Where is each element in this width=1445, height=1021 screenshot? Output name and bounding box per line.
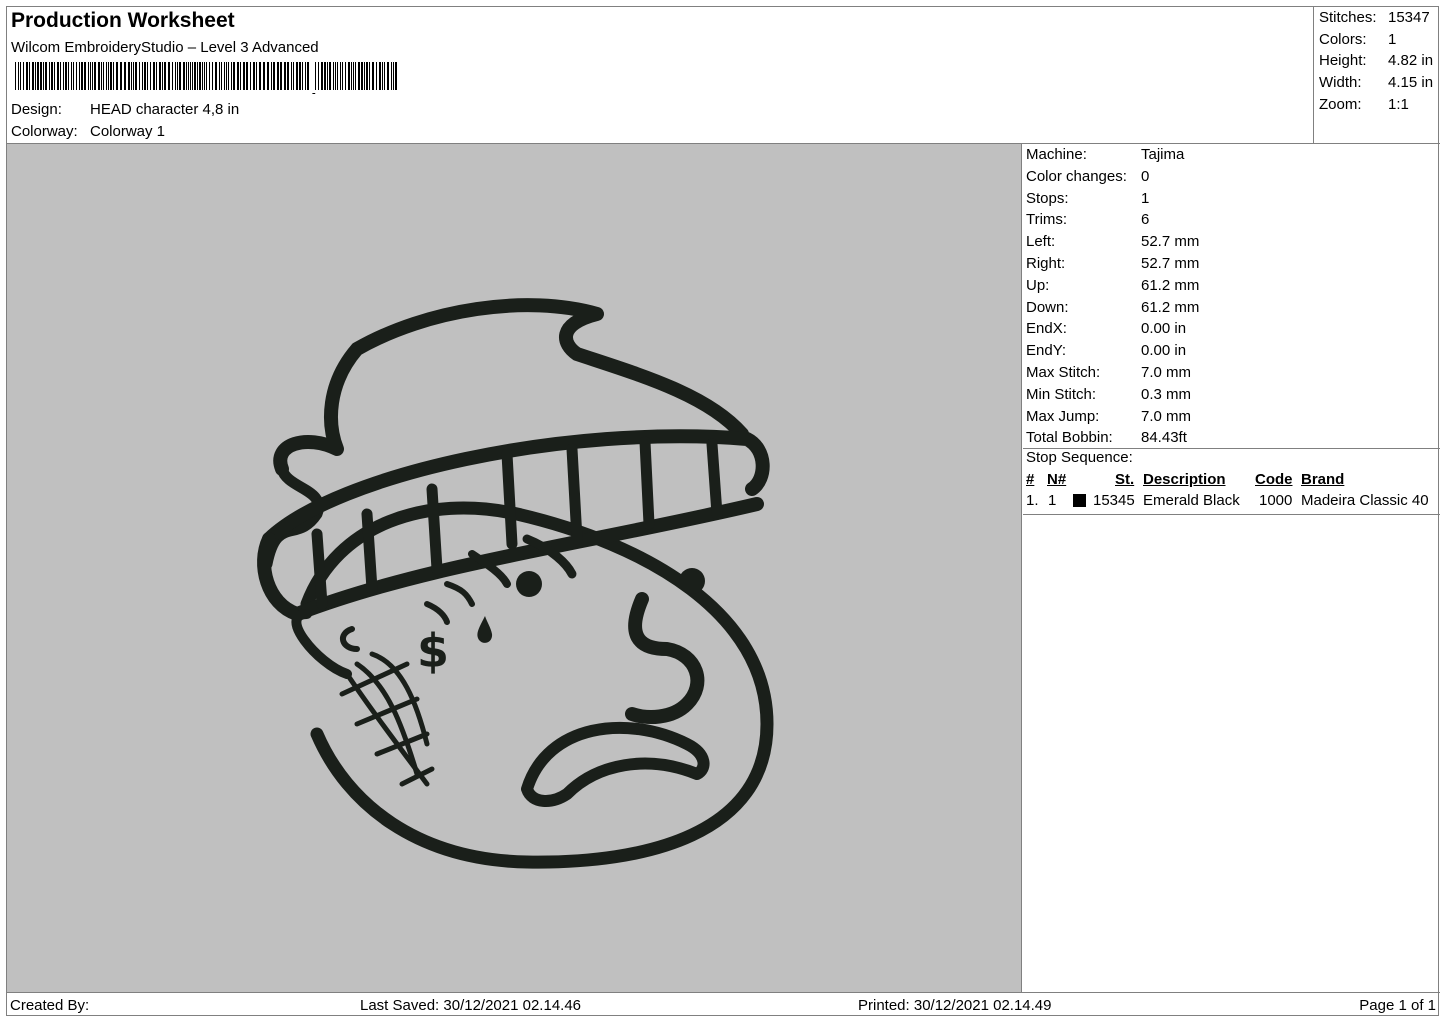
embroidery-head-character-icon: $ <box>257 298 774 869</box>
design-row: Design: HEAD character 4,8 in <box>11 101 239 118</box>
machine-info-row: Right: 52.7 mm <box>1026 255 1199 272</box>
software-name: Wilcom EmbroideryStudio – Level 3 Advanc… <box>11 39 319 56</box>
machine-info-label: Right: <box>1026 255 1066 272</box>
machine-info-label: Max Jump: <box>1026 407 1100 425</box>
summary-row: Colors: 1 <box>1319 31 1397 48</box>
stop-col-description: Description <box>1143 471 1226 488</box>
beanie-band-left <box>257 532 304 621</box>
design-preview: $ <box>7 144 1022 992</box>
summary-row: Stitches: 15347 <box>1319 9 1430 26</box>
stop-description: Emerald Black <box>1143 492 1240 509</box>
machine-info-value: 61.2 mm <box>1141 298 1200 316</box>
colorway-value: Colorway 1 <box>90 123 166 140</box>
machine-info-row: Up: 61.2 mm <box>1026 277 1199 294</box>
thread-color-swatch <box>1073 494 1086 507</box>
stop-code: 1000 <box>1259 492 1293 509</box>
temple-mark-1 <box>444 581 475 607</box>
machine-info-label: EndX: <box>1026 320 1067 338</box>
machine-info-label: Machine: <box>1026 146 1087 163</box>
ear-inner <box>340 626 360 652</box>
machine-info-label: Min Stitch: <box>1026 385 1097 403</box>
machine-info-value: 52.7 mm <box>1141 233 1200 251</box>
colorway-row: Colorway: Colorway 1 <box>11 123 165 140</box>
machine-info-row: Down: 61.2 mm <box>1026 299 1199 316</box>
machine-info-value: 61.2 mm <box>1141 276 1200 294</box>
machine-info-value: 0.00 in <box>1141 320 1187 338</box>
machine-info-row: EndX: 0.00 in <box>1026 320 1186 337</box>
machine-info-row: Max Jump: 7.0 mm <box>1026 408 1191 425</box>
temple-mark-2 <box>424 601 450 625</box>
page-title: Production Worksheet <box>11 9 235 32</box>
summary-row: Width: 4.15 in <box>1319 74 1434 91</box>
stop-col-code: Code <box>1255 471 1293 488</box>
stop-col-stitches: St. <box>1115 471 1135 488</box>
stop-col-num: # <box>1026 471 1035 488</box>
machine-info-value: 0.00 in <box>1141 342 1187 360</box>
mouth <box>521 721 710 807</box>
eye-right <box>679 568 705 594</box>
machine-info-label: Trims: <box>1026 211 1068 229</box>
machine-info-row: Total Bobbin: 84.43ft <box>1026 429 1187 446</box>
design-label: Design: <box>11 101 62 118</box>
machine-info-label: Down: <box>1026 298 1069 316</box>
stop-brand: Madeira Classic 40 <box>1301 492 1429 509</box>
machine-info-label: EndY: <box>1026 342 1067 360</box>
machine-info-value: 0 <box>1141 167 1150 185</box>
worksheet-header: Production Worksheet Wilcom EmbroiderySt… <box>7 7 1314 143</box>
stop-num: 1. <box>1026 492 1039 509</box>
stop-col-needle: N# <box>1047 471 1067 488</box>
machine-info-row: Min Stitch: 0.3 mm <box>1026 386 1191 403</box>
machine-info-row: Max Stitch: 7.0 mm <box>1026 364 1191 381</box>
machine-info-value: 6 <box>1141 211 1150 229</box>
worksheet-footer: Created By: Last Saved: 30/12/2021 02.14… <box>7 993 1440 1017</box>
stop-table-divider <box>1023 514 1440 515</box>
svg-text:,: , <box>311 79 317 94</box>
machine-info-row: Stops: 1 <box>1026 190 1149 207</box>
stop-needle: 1 <box>1048 492 1057 509</box>
machine-info-value: 1 <box>1141 189 1150 207</box>
machine-info-value: 0.3 mm <box>1141 385 1192 403</box>
ear <box>291 609 352 679</box>
machine-info-label: Total Bobbin: <box>1026 429 1113 447</box>
machine-info-row: EndY: 0.00 in <box>1026 342 1186 359</box>
machine-info-row: Left: 52.7 mm <box>1026 233 1199 250</box>
design-summary: Stitches: 15347 Colors: 1 Height: 4.82 in W… <box>1314 7 1440 143</box>
tear-drop <box>477 616 493 643</box>
eye-left <box>516 571 542 597</box>
page-number: Page 1 of 1 <box>1359 997 1436 1014</box>
machine-info-label: Color changes: <box>1026 167 1127 185</box>
summary-row: Zoom: 1:1 <box>1319 96 1409 113</box>
design-value: HEAD character 4,8 in <box>90 101 240 118</box>
machine-info-value: 7.0 mm <box>1141 364 1192 381</box>
machine-info-label: Stops: <box>1026 189 1069 207</box>
machine-info-label: Up: <box>1026 276 1050 294</box>
machine-info-value: Tajima <box>1141 146 1185 163</box>
stop-stitches: 15345 <box>1093 492 1135 509</box>
machine-info-value: 84.43ft <box>1141 429 1187 447</box>
created-by: Created By: <box>10 997 90 1014</box>
machine-info-row: Color changes: 0 <box>1026 168 1149 185</box>
summary-row: Height: 4.82 in <box>1319 52 1434 69</box>
last-saved: Last Saved: 30/12/2021 02.14.46 <box>360 997 582 1014</box>
machine-info-value: 52.7 mm <box>1141 255 1200 272</box>
colorway-label: Colorway: <box>11 123 78 140</box>
machine-info-row: Trims: 6 <box>1026 211 1149 228</box>
machine-info-row: Machine: Tajima <box>1026 146 1184 163</box>
machine-info-panel: Machine: Tajima Color changes: 0 Stops: 1 Trim… <box>1023 144 1440 992</box>
printed-date: Printed: 30/12/2021 02.14.49 <box>858 997 1052 1014</box>
worksheet-frame: Production Worksheet Wilcom EmbroiderySt… <box>6 6 1440 1017</box>
machine-info-value: 7.0 mm <box>1141 407 1192 425</box>
machine-info-label: Max Stitch: <box>1026 364 1101 381</box>
stop-col-brand: Brand <box>1301 471 1345 488</box>
nose <box>625 592 705 724</box>
stop-sequence-title: Stop Sequence: <box>1026 449 1133 466</box>
barcode-icon: , <box>15 62 397 94</box>
machine-info-label: Left: <box>1026 233 1056 251</box>
dollar-sign: $ <box>417 624 449 678</box>
